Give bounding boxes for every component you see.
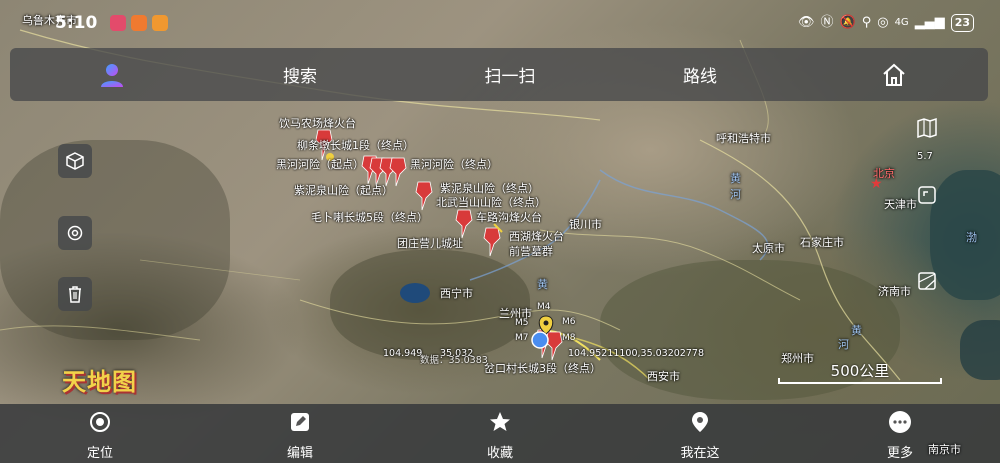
poi-label[interactable]: 北武当山山险（终点） [436,194,546,210]
bottom-bar: 定位 编辑 收藏 我在这 更多 [0,404,1000,463]
poi-label[interactable]: 西湖烽火台 [509,228,564,244]
city-label: 西安市 [647,370,680,383]
poi-label[interactable]: 紫泥泉山险（起点） [294,182,393,198]
city-label: 石家庄市 [800,236,844,249]
poi-label[interactable]: 黑河河险（终点） [410,156,498,172]
settings-gear-icon [67,225,83,241]
sea-label: 渤 [966,231,977,244]
poi-label[interactable]: 岔口村长城3段（终点） [484,360,601,376]
map-pin-box-icon [918,272,936,290]
status-icons: 👁 Ⓝ 🔕 ⚲ ◎ 4G ▂▄▆ 23 [798,14,974,32]
mute-icon: 🔕 [839,15,856,30]
tab-label: 定位 [86,446,113,461]
trash-icon [69,286,81,303]
tab-where-am-i[interactable]: 我在这 [650,404,750,463]
notification-app-icon [110,15,126,31]
cube-icon [66,152,84,170]
coordinate-readout: 数据：35.0383 [420,355,488,366]
network-type: 4G [894,17,909,28]
poi-label[interactable]: 黑河河险（起点） [276,156,364,172]
tianditu-logo: 天地图 [62,367,137,396]
crop-icon [918,186,936,204]
locate-icon [88,410,112,434]
city-label: 呼和浩特市 [716,132,771,145]
tab-locate[interactable]: 定位 [50,404,150,463]
eye-comfort-icon: 👁 [797,15,815,30]
route-button[interactable]: 路线 [660,48,740,101]
scale-bar: 500公里 [778,360,942,384]
tab-label: 我在这 [680,446,720,461]
more-icon [888,410,912,434]
hotspot-icon: ◎ [877,15,889,30]
poi-label[interactable]: 柳条墩长城1段（终点） [297,137,414,153]
coordinate-readout: 104.949 [383,348,423,359]
home-icon [883,63,905,86]
poi-label[interactable]: 车路沟烽火台 [476,209,542,225]
layer-settings-button[interactable] [58,216,92,250]
capital-star-icon: ★ [870,176,883,192]
location-status-icon: ⚲ [861,15,872,30]
river-label: 黄 [537,278,548,291]
scan-button[interactable]: 扫一扫 [460,48,560,101]
location-pin-icon [688,410,712,434]
river-label: 河 [838,338,849,351]
marker-label: M5 [515,318,529,328]
3d-view-button[interactable] [58,144,92,178]
battery-indicator: 23 [950,14,974,32]
poi-label[interactable]: 毛卜喇长城5段（终点） [311,209,428,225]
notification-app-icon [152,15,168,31]
status-time: 5:10 [55,13,98,33]
coordinate-readout: 104.95211100,35.03202778 [568,348,704,359]
notification-app-icon [131,15,147,31]
edit-icon [288,410,312,434]
marker-label: M6 [562,317,576,327]
profile-button[interactable] [90,48,134,101]
tab-label: 编辑 [286,446,313,461]
poi-label[interactable]: 团庄营儿城址 [397,235,463,251]
river-label: 河 [730,188,741,201]
scale-line [778,378,942,384]
marker-label: M7 [515,333,529,343]
city-label: 太原市 [752,242,785,255]
tab-label: 收藏 [486,446,513,461]
signal-icon: ▂▄▆ [914,15,945,30]
city-label: 天津市 [884,198,917,211]
nfc-icon: Ⓝ [820,15,834,30]
city-label: 南京市 [928,443,961,456]
status-bar: 乌鲁木齐市 5:10 👁 Ⓝ 🔕 ⚲ ◎ 4G ▂▄▆ 23 [0,0,1000,42]
user-icon [101,63,123,87]
zoom-level: 5.7 [917,151,933,162]
star-icon [488,410,512,434]
map-book-icon [917,117,937,139]
marker-label: M8 [562,333,576,343]
delete-button[interactable] [58,277,92,311]
city-label: 银川市 [569,218,602,231]
poi-label[interactable]: 前营墓群 [509,243,553,259]
top-bar: 搜索 扫一扫 路线 [10,48,988,101]
city-label: 西宁市 [440,287,473,300]
tab-favorites[interactable]: 收藏 [450,404,550,463]
search-button[interactable]: 搜索 [260,48,340,101]
tab-edit[interactable]: 编辑 [250,404,350,463]
map-type-button[interactable] [912,113,942,143]
river-label: 黄 [730,172,741,185]
measure-button[interactable] [912,266,942,296]
city-label: 济南市 [878,285,911,298]
tab-label: 更多 [886,446,913,461]
home-button[interactable] [874,48,914,101]
river-label: 黄 [851,324,862,337]
marker-label: M4 [537,302,551,312]
poi-label[interactable]: 饮马农场烽火台 [279,115,356,131]
